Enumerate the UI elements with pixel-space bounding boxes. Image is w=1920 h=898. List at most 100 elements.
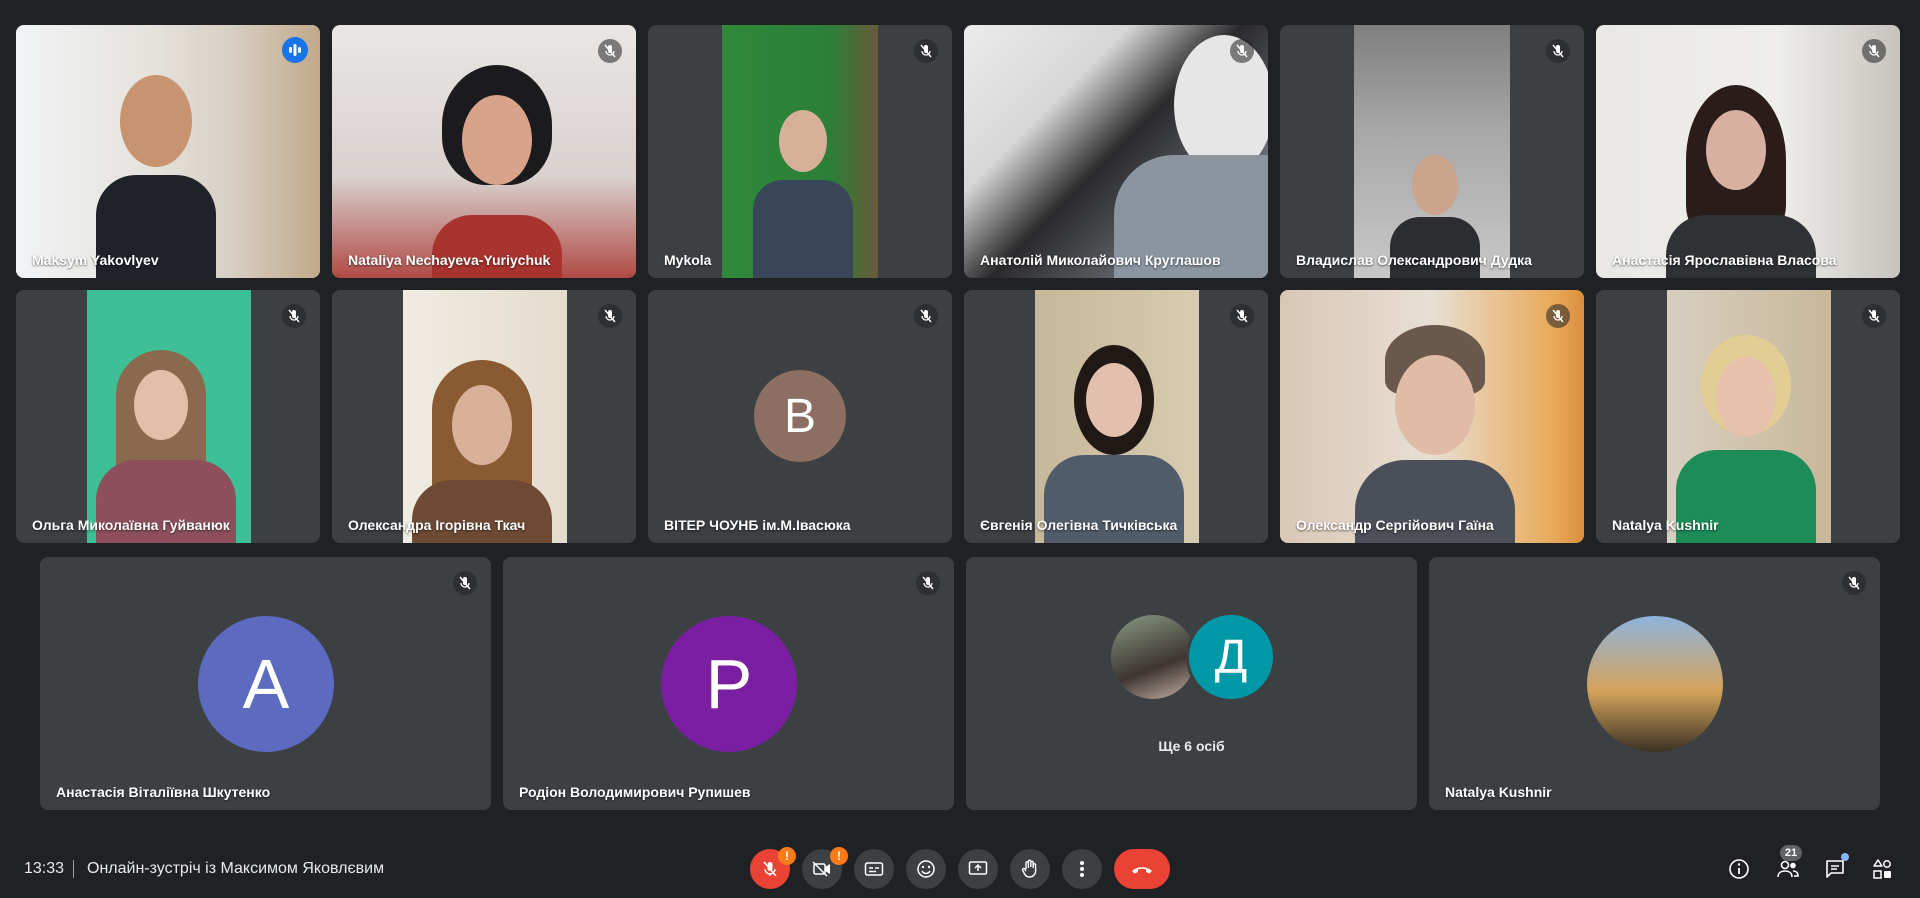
camera-off-icon	[812, 861, 830, 877]
participant-tile[interactable]: Maksym Yakovlyev	[16, 25, 320, 278]
mic-off-icon	[453, 571, 477, 595]
mic-off-icon	[1546, 304, 1570, 328]
person-silhouette	[412, 360, 552, 543]
mic-off-icon	[914, 39, 938, 63]
chat-notification-dot	[1841, 853, 1849, 861]
more-participants-tile[interactable]: Д Ще 6 осіб	[966, 557, 1417, 810]
person-silhouette	[1676, 335, 1816, 543]
person-silhouette	[1114, 35, 1268, 278]
mic-off-icon	[914, 304, 938, 328]
grid-row-3: А Анастасія Віталіївна Шкутенко Р Родіон…	[40, 557, 1880, 810]
participant-tile[interactable]: Владислав Олександрович Дудка	[1280, 25, 1584, 278]
mic-off-icon	[1842, 571, 1866, 595]
participant-tile[interactable]: Євгенія Олегівна Тичківська	[964, 290, 1268, 543]
participant-name: Nataliya Nechayeva-Yuriychuk	[348, 252, 551, 268]
participant-name: Natalya Kushnir	[1612, 517, 1719, 533]
avatar: Р	[661, 616, 797, 752]
participant-count-badge: 21	[1780, 845, 1802, 861]
mic-off-icon	[1230, 304, 1254, 328]
participant-tile[interactable]: Олександра Ігорівна Ткач	[332, 290, 636, 543]
participant-tile[interactable]: Natalya Kushnir	[1596, 290, 1900, 543]
clock: 13:33	[24, 860, 65, 877]
end-call-icon	[1132, 867, 1152, 874]
captions-button[interactable]	[854, 849, 894, 889]
participant-tile[interactable]: Ольга Миколаївна Гуйванюк	[16, 290, 320, 543]
participant-name: ВІТЕР ЧОУНБ ім.М.Івасюка	[664, 517, 851, 533]
divider	[73, 860, 74, 878]
mic-off-icon	[916, 571, 940, 595]
avatar: Д	[1186, 612, 1276, 702]
participant-name: Maksym Yakovlyev	[32, 252, 159, 268]
person-silhouette	[1044, 345, 1184, 543]
emoji-icon	[917, 860, 935, 878]
mic-off-icon	[763, 861, 777, 877]
mic-off-icon	[282, 304, 306, 328]
chat-icon	[1826, 860, 1844, 878]
participant-name: Олександра Ігорівна Ткач	[348, 517, 526, 533]
participant-name: Владислав Олександрович Дудка	[1296, 252, 1532, 268]
participant-name: Natalya Kushnir	[1445, 784, 1552, 800]
person-silhouette	[753, 110, 853, 278]
mic-off-icon	[598, 304, 622, 328]
info-icon	[1729, 859, 1749, 879]
avatar-letter: В	[783, 389, 816, 443]
avatar	[1108, 612, 1198, 702]
raise-hand-icon	[1021, 859, 1037, 878]
participant-name: Анастасія Віталіївна Шкутенко	[56, 784, 271, 800]
toggle-camera-button[interactable]: !	[802, 847, 848, 889]
person-silhouette	[1355, 325, 1515, 543]
participant-tile[interactable]: В ВІТЕР ЧОУНБ ім.М.Івасюка	[648, 290, 952, 543]
mic-off-icon	[1862, 304, 1886, 328]
end-call-button[interactable]	[1114, 849, 1170, 889]
mic-off-icon	[1546, 39, 1570, 63]
avatar-letter: Р	[705, 645, 753, 723]
participant-name: Олександр Сергійович Гаїна	[1296, 517, 1494, 533]
captions-icon	[864, 862, 884, 876]
participant-name: Анастасія Ярославівна Власова	[1612, 252, 1837, 268]
warning-badge: !	[778, 847, 796, 865]
avatar: А	[198, 616, 334, 752]
avatar: В	[754, 370, 846, 462]
activities-button[interactable]	[1866, 853, 1898, 885]
participant-tile[interactable]: Анастасія Ярославівна Власова	[1596, 25, 1900, 278]
grid-row-1: Maksym Yakovlyev Nataliya Nechayeva-Yuri…	[16, 25, 1900, 278]
chat-button[interactable]	[1819, 853, 1851, 885]
participant-tile[interactable]: Nataliya Nechayeva-Yuriychuk	[332, 25, 636, 278]
present-screen-icon	[968, 861, 988, 875]
person-silhouette	[1666, 85, 1816, 278]
bottom-control-bar: 13:33 Онлайн-зустріч із Максимом Яковлєв…	[0, 838, 1920, 898]
avatar-letter: А	[242, 645, 290, 723]
activities-icon	[1873, 859, 1891, 879]
people-button[interactable]: 21	[1772, 845, 1804, 885]
participant-name: Родіон Володимирович Рупишев	[519, 784, 751, 800]
participant-tile[interactable]: А Анастасія Віталіївна Шкутенко	[40, 557, 491, 810]
person-silhouette	[96, 350, 236, 543]
participant-tile[interactable]: Анатолій Миколайович Круглашов	[964, 25, 1268, 278]
more-options-icon	[1080, 861, 1084, 877]
mic-off-icon	[1862, 39, 1886, 63]
meeting-details-button[interactable]	[1723, 853, 1755, 885]
raise-hand-button[interactable]	[1010, 849, 1050, 889]
mic-off-icon	[598, 39, 622, 63]
grid-row-2: Ольга Миколаївна Гуйванюк Олександра Іго…	[16, 290, 1900, 543]
speaking-indicator-icon	[282, 37, 308, 63]
more-participants-label: Ще 6 осіб	[1158, 738, 1225, 754]
more-options-button[interactable]	[1062, 849, 1102, 889]
participant-name: Mykola	[664, 252, 712, 268]
participant-name: Анатолій Миколайович Круглашов	[980, 252, 1221, 268]
meeting-title: Онлайн-зустріч із Максимом Яковлєвим	[87, 860, 385, 877]
mic-off-icon	[1230, 39, 1254, 63]
participant-tile[interactable]: Natalya Kushnir	[1429, 557, 1880, 810]
warning-badge: !	[830, 847, 848, 865]
avatar-letter: Д	[1214, 630, 1248, 684]
people-icon	[1777, 860, 1799, 878]
participant-tile[interactable]: Олександр Сергійович Гаїна	[1280, 290, 1584, 543]
participant-tile[interactable]: Mykola	[648, 25, 952, 278]
participant-tile[interactable]: Р Родіон Володимирович Рупишев	[503, 557, 954, 810]
participant-name: Ольга Миколаївна Гуйванюк	[32, 517, 230, 533]
present-screen-button[interactable]	[958, 849, 998, 889]
toggle-mic-button[interactable]: !	[750, 847, 796, 889]
person-silhouette	[96, 75, 216, 278]
reactions-button[interactable]	[906, 849, 946, 889]
person-silhouette	[432, 65, 562, 278]
